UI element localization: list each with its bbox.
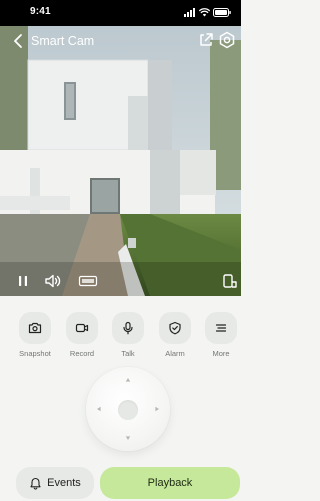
- talk-button[interactable]: Talk: [108, 312, 148, 358]
- rotate-icon[interactable]: [221, 273, 239, 289]
- alarm-button[interactable]: Alarm: [155, 312, 195, 358]
- ptz-up-arrow-icon[interactable]: [125, 377, 131, 383]
- header: Smart Cam: [0, 30, 241, 54]
- snapshot-button[interactable]: Snapshot: [15, 312, 55, 358]
- ptz-pad[interactable]: [86, 367, 170, 451]
- snapshot-label: Snapshot: [19, 349, 51, 358]
- chevron-left-icon[interactable]: [11, 32, 27, 50]
- record-label: Record: [69, 349, 95, 358]
- settings-icon[interactable]: [218, 31, 236, 49]
- playback-button[interactable]: Playback: [100, 467, 240, 499]
- ptz-center-button[interactable]: [118, 400, 138, 420]
- ptz-down-arrow-icon[interactable]: [125, 435, 131, 441]
- more-button[interactable]: More: [201, 312, 241, 358]
- ptz-left-arrow-icon[interactable]: [96, 406, 102, 412]
- ptz-right-arrow-icon[interactable]: [154, 406, 160, 412]
- shield-check-icon: [169, 321, 181, 335]
- pause-icon[interactable]: [14, 273, 32, 289]
- events-button[interactable]: Events: [16, 467, 94, 499]
- record-button[interactable]: Record: [62, 312, 102, 358]
- talk-icon-button[interactable]: [112, 312, 144, 344]
- status-bar: 9:41: [0, 0, 241, 26]
- bell-icon: [30, 477, 41, 490]
- microphone-icon: [123, 321, 133, 335]
- playback-label: Playback: [147, 477, 193, 489]
- status-time: 9:41: [30, 6, 51, 17]
- video-icon: [75, 323, 89, 333]
- status-icons: [184, 7, 231, 17]
- signal-icon: [184, 7, 195, 17]
- alarm-label: Alarm: [165, 349, 185, 358]
- events-label: Events: [47, 477, 81, 489]
- battery-icon: [213, 7, 231, 17]
- record-icon-button[interactable]: [66, 312, 98, 344]
- speaker-icon[interactable]: [44, 273, 62, 289]
- page-title: Smart Cam: [31, 34, 95, 48]
- camera-feed[interactable]: 9:41 Smart Cam: [0, 0, 241, 296]
- camera-icon: [28, 322, 42, 334]
- alarm-icon-button[interactable]: [159, 312, 191, 344]
- hd-icon[interactable]: [78, 273, 98, 289]
- more-icon-button[interactable]: [205, 312, 237, 344]
- action-bar: Snapshot Record Talk Alarm More: [0, 312, 241, 362]
- talk-label: Talk: [121, 349, 135, 358]
- more-label: More: [212, 349, 230, 358]
- snapshot-icon-button[interactable]: [19, 312, 51, 344]
- share-icon[interactable]: [198, 32, 214, 48]
- wifi-icon: [199, 7, 210, 16]
- menu-icon: [215, 324, 227, 332]
